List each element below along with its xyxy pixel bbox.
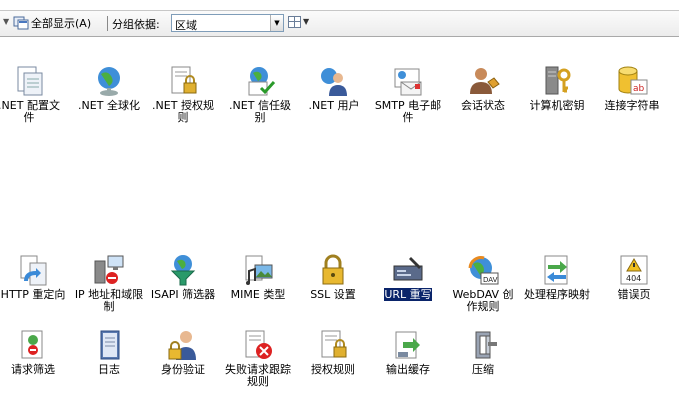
feature-request-filtering[interactable]: 请求筛选 bbox=[0, 328, 68, 376]
feature-label: HTTP 重定向 bbox=[0, 288, 66, 301]
show-all-icon bbox=[13, 16, 29, 30]
feature-label: .NET 用户 bbox=[308, 99, 360, 112]
output-cache-icon bbox=[391, 328, 425, 362]
trust-check-icon bbox=[243, 64, 277, 98]
ip-restrict-icon bbox=[92, 253, 126, 287]
feature-url-rewrite[interactable]: URL 重写 bbox=[373, 253, 443, 302]
feature-label: 输出缓存 bbox=[386, 363, 430, 376]
feature-ip-restrict[interactable]: IP 地址和域限制 bbox=[74, 253, 144, 313]
chevron-down-icon[interactable]: ▼ bbox=[270, 15, 283, 31]
compression-clamp-icon bbox=[466, 328, 500, 362]
globe-icon bbox=[92, 64, 126, 98]
failed-trace-icon bbox=[241, 328, 275, 362]
feature-label: SMTP 电子邮件 bbox=[374, 99, 442, 124]
feature-toolbar: ▼ 全部显示(A) 分组依据: 区域 ▼ ▼ bbox=[0, 10, 679, 37]
feature-label: SSL 设置 bbox=[310, 288, 356, 301]
feature-net-globalization[interactable]: .NET 全球化 bbox=[74, 64, 144, 112]
feature-handlers[interactable]: 处理程序映射 bbox=[522, 253, 592, 301]
feature-label: 授权规则 bbox=[311, 363, 355, 376]
feature-authz-rules[interactable]: 授权规则 bbox=[298, 328, 368, 376]
feature-label: .NET 配置文件 bbox=[0, 99, 60, 124]
authz-lock-document-icon bbox=[316, 328, 350, 362]
error-404-icon: 404 bbox=[617, 253, 651, 287]
feature-compression[interactable]: 压缩 bbox=[448, 328, 518, 376]
svg-text:404: 404 bbox=[626, 274, 641, 283]
feature-error-pages[interactable]: 404 错误页 bbox=[599, 253, 669, 301]
show-all-label: 全部显示(A) bbox=[31, 17, 92, 30]
session-user-icon bbox=[466, 64, 500, 98]
feature-label: 失败请求跟踪规则 bbox=[225, 363, 291, 388]
svg-text:ab: ab bbox=[633, 84, 645, 94]
log-book-icon bbox=[92, 328, 126, 362]
feature-label: 会话状态 bbox=[461, 99, 505, 112]
feature-session-state[interactable]: 会话状态 bbox=[448, 64, 518, 112]
lock-document-icon bbox=[166, 64, 200, 98]
icon-view-icon bbox=[288, 16, 301, 28]
feature-label: 压缩 bbox=[472, 363, 494, 376]
redirect-icon bbox=[16, 253, 50, 287]
feature-ssl[interactable]: SSL 设置 bbox=[298, 253, 368, 301]
url-rewrite-icon bbox=[391, 253, 425, 287]
svg-text:DAV: DAV bbox=[483, 276, 498, 284]
feature-label: MIME 类型 bbox=[230, 288, 286, 301]
machine-key-icon bbox=[540, 64, 574, 98]
funnel-globe-icon bbox=[166, 253, 200, 287]
group-by-label: 分组依据: bbox=[112, 18, 160, 31]
feature-label: 错误页 bbox=[617, 288, 651, 301]
padlock-icon bbox=[316, 253, 350, 287]
feature-failed-tracing[interactable]: 失败请求跟踪规则 bbox=[223, 328, 293, 388]
feature-label: 连接字符串 bbox=[604, 99, 660, 112]
toolbar-separator bbox=[107, 16, 108, 31]
feature-net-authorization[interactable]: .NET 授权规则 bbox=[148, 64, 218, 124]
database-ab-icon: ab bbox=[615, 64, 649, 98]
webdav-icon: DAV bbox=[466, 253, 500, 287]
email-icon bbox=[391, 64, 425, 98]
toolbar-dropdown-arrow-icon[interactable]: ▼ bbox=[3, 17, 9, 26]
feature-net-users[interactable]: .NET 用户 bbox=[299, 64, 369, 112]
feature-label: WebDAV 创作规则 bbox=[452, 288, 514, 313]
feature-label: 身份验证 bbox=[161, 363, 205, 376]
feature-smtp[interactable]: SMTP 电子邮件 bbox=[373, 64, 443, 124]
feature-machine-key[interactable]: 计算机密钥 bbox=[522, 64, 592, 112]
feature-label: .NET 授权规则 bbox=[152, 99, 214, 124]
feature-label: ISAPI 筛选器 bbox=[150, 288, 216, 301]
auth-user-lock-icon bbox=[166, 328, 200, 362]
feature-output-cache[interactable]: 输出缓存 bbox=[373, 328, 443, 376]
feature-label: 计算机密钥 bbox=[529, 99, 585, 112]
feature-mime-types[interactable]: MIME 类型 bbox=[223, 253, 293, 301]
feature-http-redirect[interactable]: HTTP 重定向 bbox=[0, 253, 68, 301]
view-dropdown-arrow-icon[interactable]: ▼ bbox=[303, 17, 309, 26]
feature-net-trust[interactable]: .NET 信任级别 bbox=[225, 64, 295, 124]
feature-label: 日志 bbox=[98, 363, 120, 376]
feature-webdav[interactable]: DAV WebDAV 创作规则 bbox=[448, 253, 518, 313]
feature-label: .NET 信任级别 bbox=[229, 99, 291, 124]
feature-isapi-filters[interactable]: ISAPI 筛选器 bbox=[148, 253, 218, 301]
feature-logging[interactable]: 日志 bbox=[74, 328, 144, 376]
show-all-button[interactable]: 全部显示(A) bbox=[13, 14, 91, 32]
feature-authentication[interactable]: 身份验证 bbox=[148, 328, 218, 376]
net-config-icon bbox=[12, 64, 46, 98]
feature-label: URL 重写 bbox=[383, 287, 433, 302]
group-by-select[interactable]: 区域 ▼ bbox=[171, 14, 284, 32]
feature-net-config[interactable]: .NET 配置文件 bbox=[0, 64, 64, 124]
feature-label: 请求筛选 bbox=[11, 363, 55, 376]
feature-label: IP 地址和域限制 bbox=[74, 288, 144, 313]
mime-media-icon bbox=[241, 253, 275, 287]
users-globe-icon bbox=[317, 64, 351, 98]
feature-label: 处理程序映射 bbox=[524, 288, 590, 301]
feature-label: .NET 全球化 bbox=[78, 99, 140, 112]
group-by-value: 区域 bbox=[175, 19, 197, 32]
view-mode-button[interactable]: ▼ bbox=[288, 15, 312, 31]
request-filter-icon bbox=[16, 328, 50, 362]
feature-conn-strings[interactable]: ab 连接字符串 bbox=[597, 64, 667, 112]
handler-arrows-icon bbox=[540, 253, 574, 287]
